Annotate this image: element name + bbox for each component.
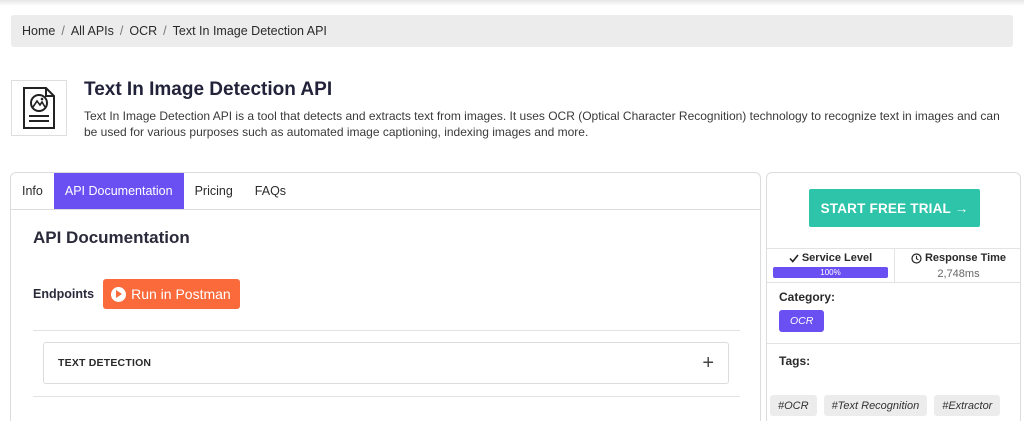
category-label: Category:	[779, 290, 836, 304]
tab-pricing[interactable]: Pricing	[184, 173, 244, 209]
documentation-heading: API Documentation	[33, 228, 190, 247]
tag-text-recognition[interactable]: #Text Recognition	[823, 395, 928, 416]
endpoints-label: Endpoints	[33, 287, 95, 301]
endpoint-text-detection[interactable]: TEXT DETECTION +	[43, 342, 729, 384]
category-badge[interactable]: OCR	[779, 310, 825, 332]
response-time-value: 2,748ms	[937, 268, 980, 280]
tag-ocr[interactable]: #OCR	[770, 395, 817, 416]
clock-icon	[911, 252, 922, 264]
tag-extractor[interactable]: #Extractor	[934, 395, 1001, 416]
breadcrumb-separator: /	[119, 24, 124, 38]
api-description: Text In Image Detection API is a tool th…	[84, 109, 1000, 139]
api-title: Text In Image Detection API	[84, 79, 333, 100]
breadcrumb-separator: /	[163, 24, 167, 38]
breadcrumb-home[interactable]: Home	[22, 24, 55, 38]
sidebar-card: START FREE TRIAL → Service Level 100% Re…	[766, 172, 1021, 421]
breadcrumb-all-apis[interactable]: All APIs	[71, 24, 114, 38]
tab-bar: Info API Documentation Pricing FAQs	[11, 173, 760, 210]
documentation-card: Info API Documentation Pricing FAQs API …	[10, 172, 761, 421]
divider	[33, 396, 740, 397]
top-shadow	[0, 0, 1024, 6]
tags-label: Tags:	[779, 354, 811, 368]
breadcrumb-current: Text In Image Detection API	[172, 24, 327, 38]
run-in-postman-button[interactable]: Run in Postman	[103, 279, 240, 309]
service-level-label: Service Level	[801, 252, 873, 264]
endpoints-row: Endpoints Run in Postman	[33, 279, 240, 309]
run-in-postman-label: Run in Postman	[131, 286, 231, 302]
breadcrumb: Home / All APIs / OCR / Text In Image De…	[11, 15, 1013, 47]
document-image-icon	[23, 87, 55, 129]
service-level-bar: 100%	[773, 267, 888, 278]
start-free-trial-button[interactable]: START FREE TRIAL →	[809, 189, 980, 227]
stats-row: Service Level 100% Response Time 2,748ms	[767, 248, 1020, 283]
plus-icon[interactable]: +	[702, 353, 714, 373]
check-icon	[789, 254, 799, 263]
tab-api-documentation[interactable]: API Documentation	[53, 173, 184, 209]
breadcrumb-separator: /	[61, 24, 65, 38]
tab-faqs[interactable]: FAQs	[244, 173, 297, 209]
divider	[767, 343, 1020, 344]
endpoint-name: TEXT DETECTION	[58, 357, 152, 369]
breadcrumb-ocr[interactable]: OCR	[129, 24, 157, 38]
tag-list: #OCR #Text Recognition #Extractor	[770, 395, 1007, 416]
service-level-value: 100%	[820, 268, 841, 277]
response-time-label: Response Time	[924, 252, 1007, 264]
api-logo	[11, 80, 67, 136]
response-time-stat: Response Time 2,748ms	[894, 249, 1020, 282]
divider	[33, 330, 740, 331]
service-level-stat: Service Level 100%	[767, 249, 894, 282]
tab-info[interactable]: Info	[11, 173, 54, 209]
play-icon	[111, 286, 127, 302]
